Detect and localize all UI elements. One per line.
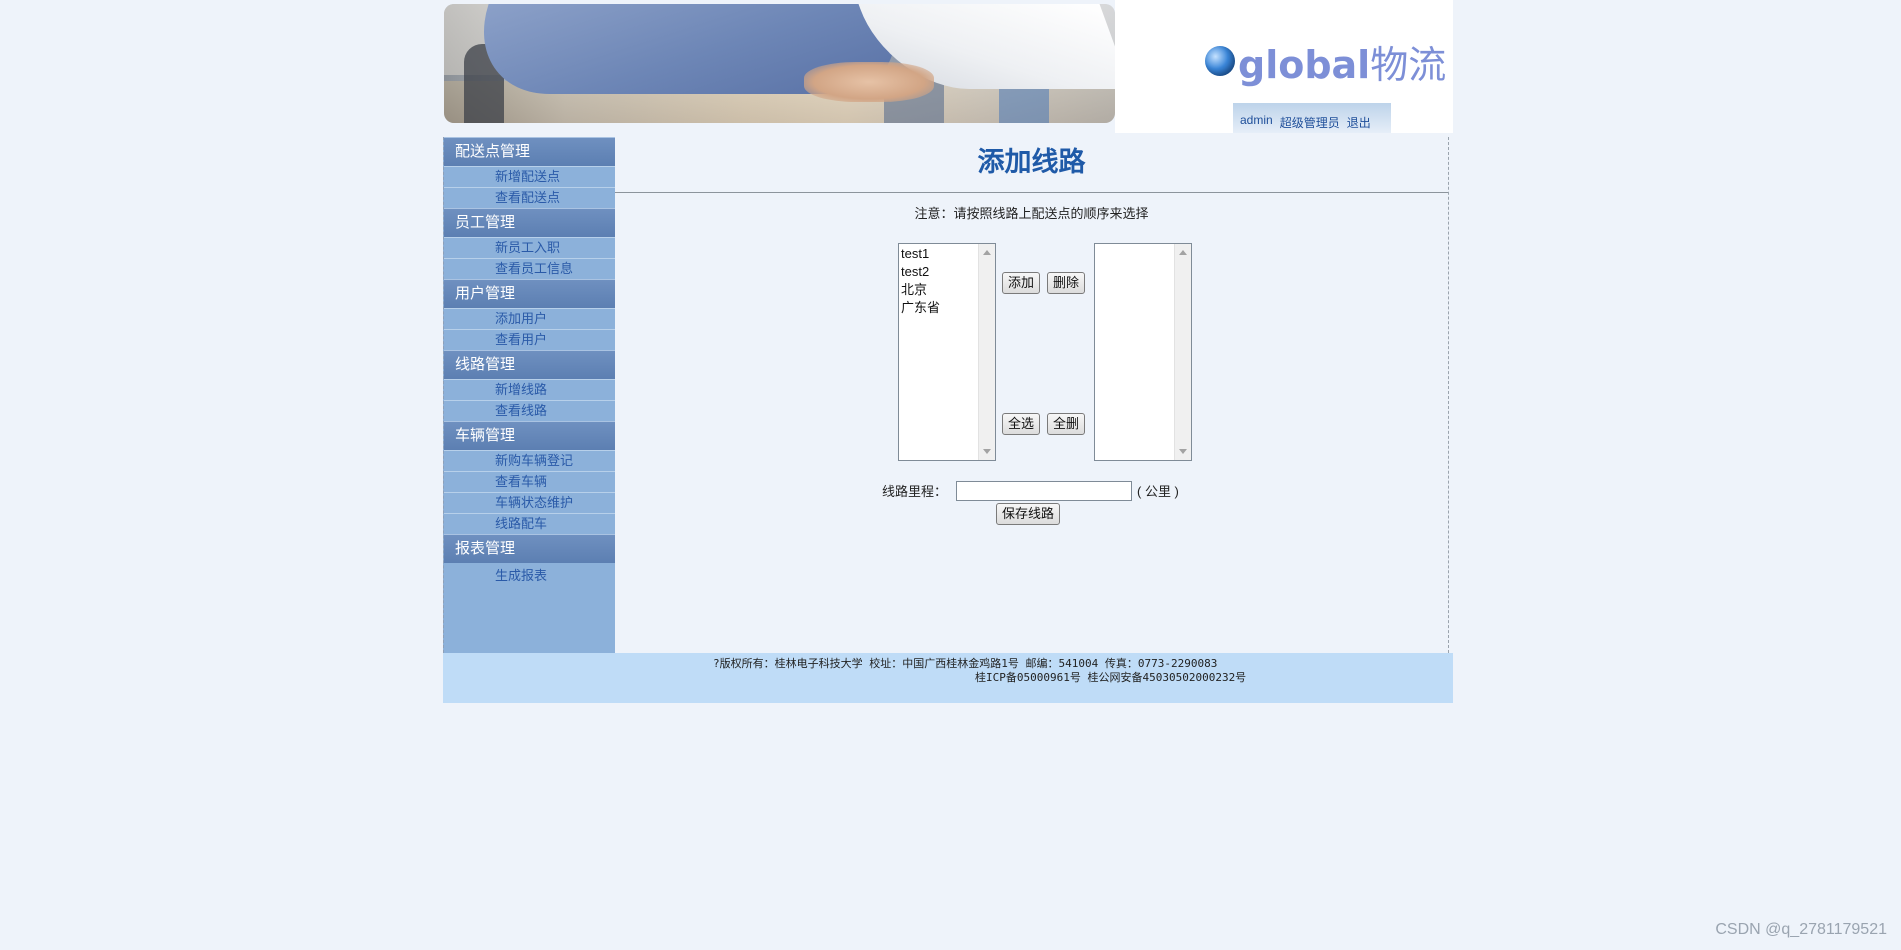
- menu-item-generate-report[interactable]: 生成报表: [444, 563, 615, 589]
- menu-group-users[interactable]: 用户管理: [444, 279, 615, 308]
- listbox-scrollbar[interactable]: [1174, 244, 1191, 460]
- menu-item-new-employee[interactable]: 新员工入职: [444, 237, 615, 258]
- sidebar: 配送点管理 新增配送点 查看配送点 员工管理 新员工入职 查看员工信息 用户管理…: [443, 137, 615, 653]
- delete-button[interactable]: 删除: [1047, 272, 1086, 294]
- scroll-down-icon[interactable]: [1179, 449, 1187, 454]
- menu-item-register-vehicle[interactable]: 新购车辆登记: [444, 450, 615, 471]
- content-frame: 配送点管理 新增配送点 查看配送点 员工管理 新员工入职 查看员工信息 用户管理…: [443, 137, 1449, 653]
- selected-points-listbox[interactable]: [1094, 243, 1192, 461]
- menu-item-view-vehicles[interactable]: 查看车辆: [444, 471, 615, 492]
- footer-icp: 桂ICP备05000961号 桂公网安备45030502000232号: [975, 671, 1247, 684]
- delete-all-button[interactable]: 全删: [1047, 413, 1086, 435]
- menu-group-staff[interactable]: 员工管理: [444, 208, 615, 237]
- menu-item-view-routes[interactable]: 查看线路: [444, 400, 615, 421]
- source-option[interactable]: 广东省: [901, 299, 940, 317]
- menu-item-view-users[interactable]: 查看用户: [444, 329, 615, 350]
- menu-item-add-route[interactable]: 新增线路: [444, 379, 615, 400]
- main-content: 添加线路 注意：请按照线路上配送点的顺序来选择 test1 test2 北京 广…: [615, 137, 1448, 653]
- source-option[interactable]: test2: [901, 263, 940, 281]
- page: global物流 admin 超级管理员 退出 配送点管理 新增配送点 查看配送…: [0, 0, 1901, 950]
- user-bar: admin 超级管理员 退出: [1233, 103, 1391, 133]
- watermark: CSDN @q_2781179521: [1715, 921, 1887, 938]
- menu-item-view-distribution-points[interactable]: 查看配送点: [444, 187, 615, 208]
- menu-item-vehicle-status[interactable]: 车辆状态维护: [444, 492, 615, 513]
- add-button[interactable]: 添加: [1002, 272, 1041, 294]
- menu-item-add-distribution-point[interactable]: 新增配送点: [444, 166, 615, 187]
- mileage-input[interactable]: [956, 481, 1132, 501]
- menu-group-reports[interactable]: 报表管理: [444, 534, 615, 563]
- menu-group-vehicles[interactable]: 车辆管理: [444, 421, 615, 450]
- scroll-down-icon[interactable]: [983, 449, 991, 454]
- header-banner-image: [444, 4, 1115, 123]
- scroll-up-icon[interactable]: [983, 250, 991, 255]
- select-all-button[interactable]: 全选: [1002, 413, 1041, 435]
- save-route-button[interactable]: 保存线路: [996, 503, 1061, 525]
- logo-latin-text: global: [1238, 42, 1371, 87]
- menu-item-view-employees[interactable]: 查看员工信息: [444, 258, 615, 279]
- listbox-scrollbar[interactable]: [978, 244, 995, 460]
- title-divider: [615, 192, 1448, 193]
- source-points-listbox[interactable]: test1 test2 北京 广东省: [898, 243, 996, 461]
- user-role: 超级管理员: [1279, 116, 1340, 130]
- scroll-up-icon[interactable]: [1179, 250, 1187, 255]
- footer: ?版权所有：桂林电子科技大学 校址：中国广西桂林金鸡路1号 邮编：541004 …: [443, 653, 1453, 703]
- mileage-label: 线路里程：: [882, 484, 948, 499]
- menu-group-routes[interactable]: 线路管理: [444, 350, 615, 379]
- globe-icon: [1205, 46, 1235, 76]
- mileage-unit: ( 公里 ): [1137, 484, 1179, 499]
- username-link[interactable]: admin: [1240, 113, 1273, 127]
- order-note: 注意：请按照线路上配送点的顺序来选择: [914, 206, 1149, 221]
- site-logo: global物流: [1205, 40, 1446, 87]
- source-option[interactable]: test1: [901, 245, 940, 263]
- menu-group-distribution[interactable]: 配送点管理: [444, 137, 615, 166]
- page-title: 添加线路: [977, 147, 1086, 177]
- menu-item-add-user[interactable]: 添加用户: [444, 308, 615, 329]
- menu-item-route-vehicle-assign[interactable]: 线路配车: [444, 513, 615, 534]
- logout-link[interactable]: 退出: [1347, 114, 1371, 131]
- source-option[interactable]: 北京: [901, 281, 940, 299]
- logo-cn-text: 物流: [1370, 42, 1447, 87]
- header-logo-area: global物流 admin 超级管理员 退出: [1115, 0, 1453, 133]
